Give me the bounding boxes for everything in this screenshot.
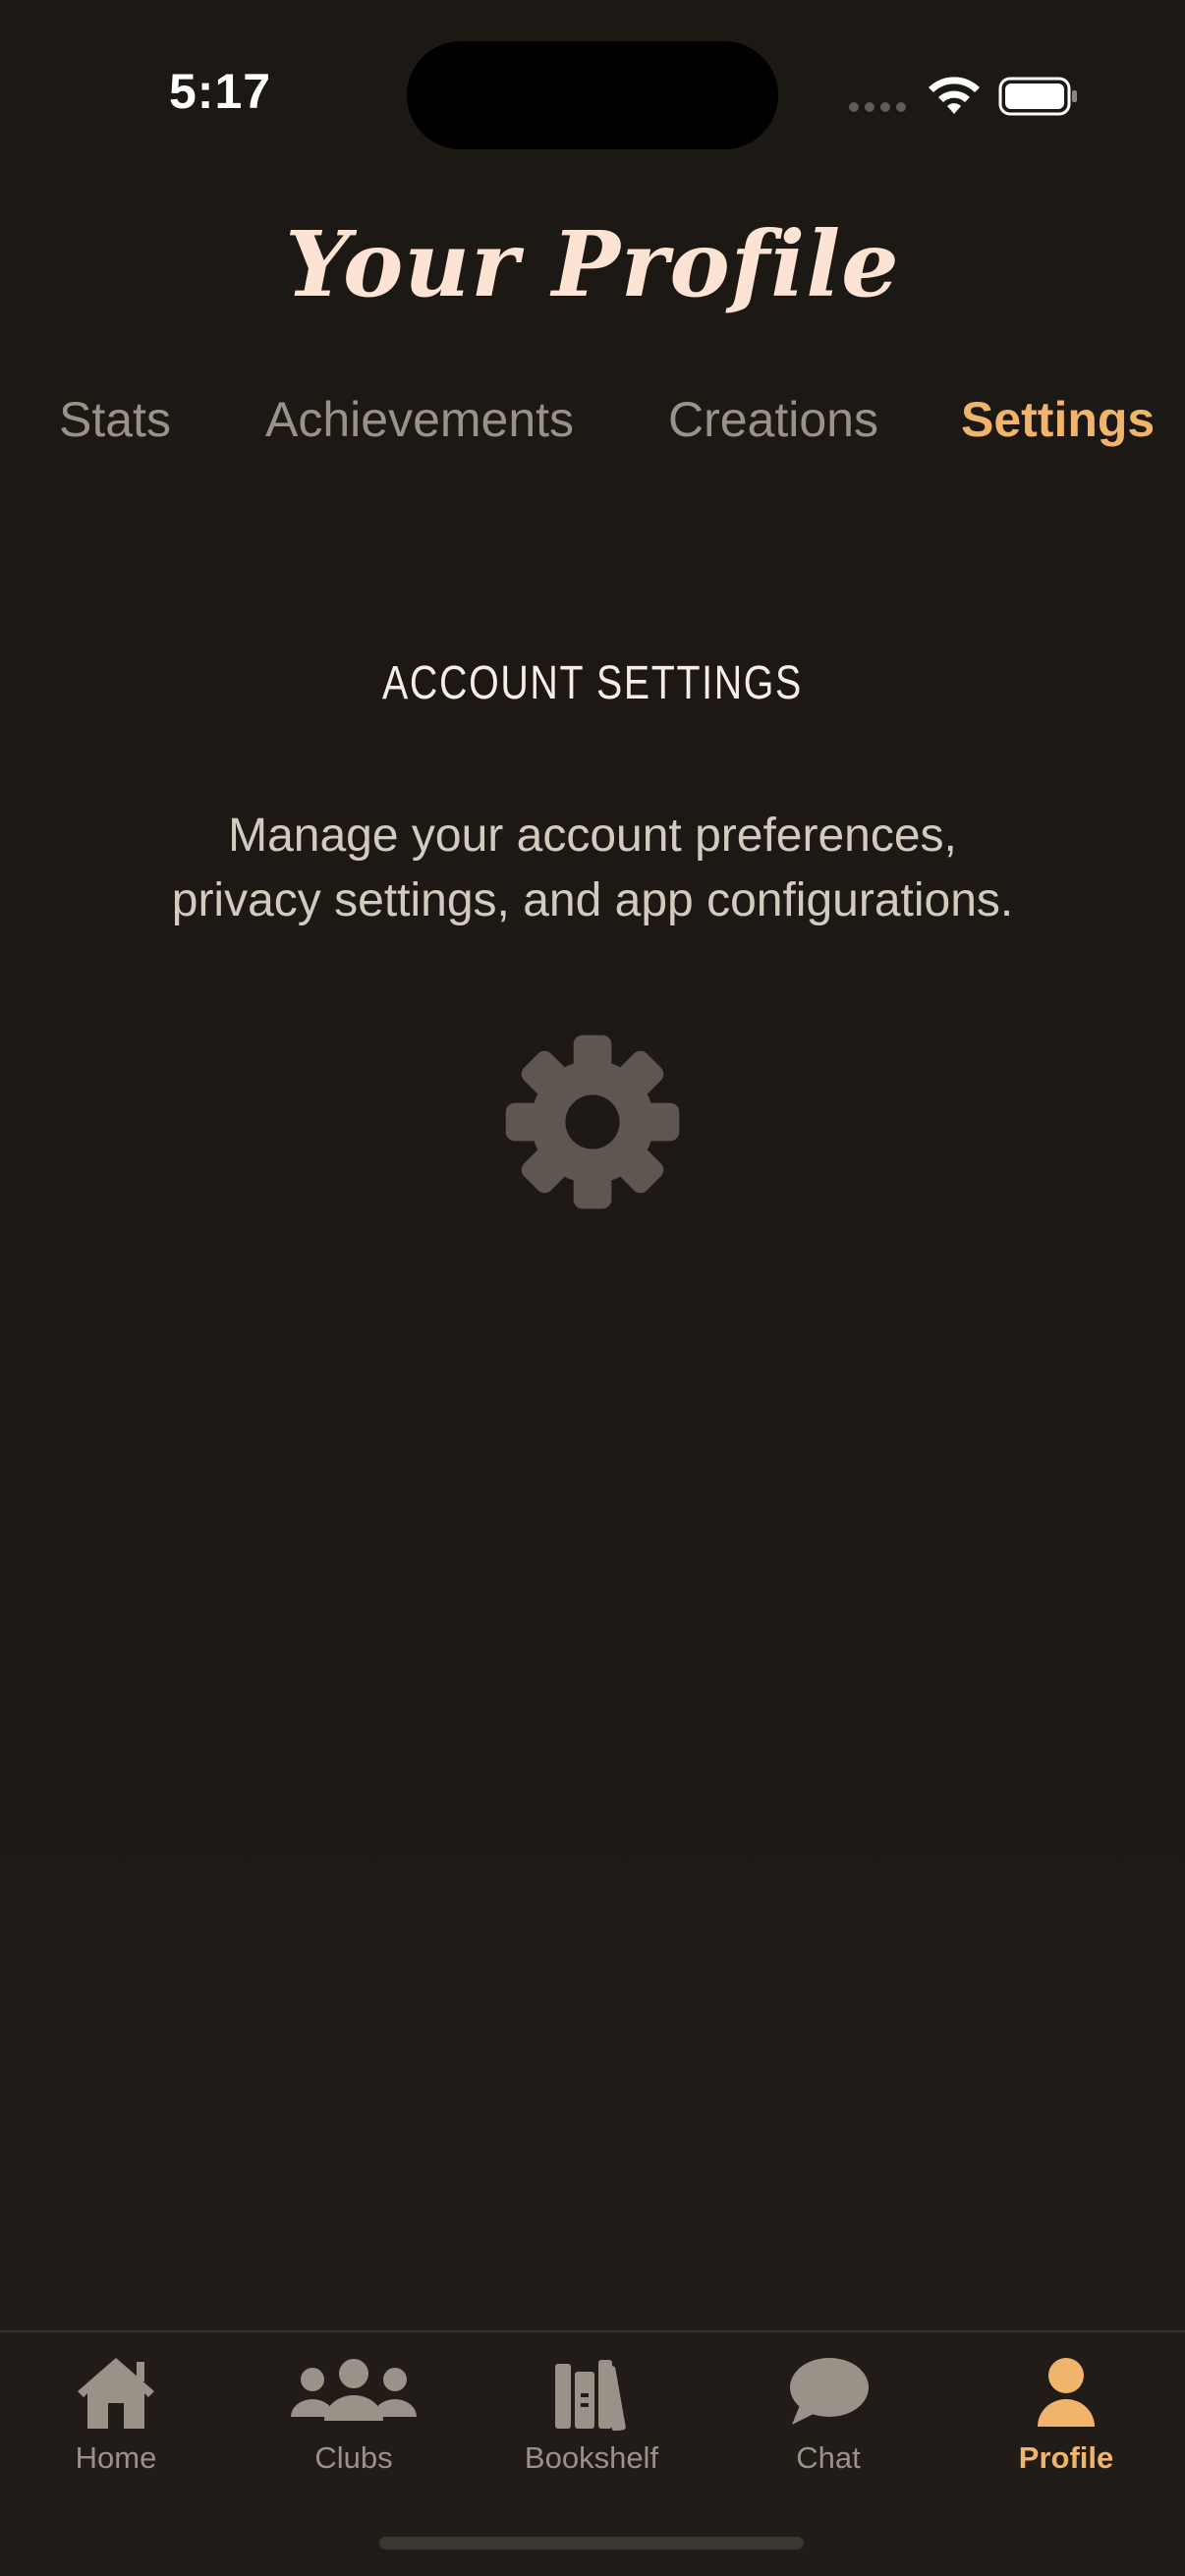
description-line-2: privacy settings, and app configurations… bbox=[171, 874, 1014, 926]
clubs-icon bbox=[291, 2359, 417, 2421]
section-description: Manage your account preferences, privacy… bbox=[101, 804, 1084, 933]
bookshelf-icon bbox=[555, 2360, 626, 2431]
tabbar-label-profile: Profile bbox=[1018, 2440, 1114, 2475]
tabbar-item-chat[interactable]: Chat bbox=[730, 2332, 927, 2490]
tabbar-item-home[interactable]: Home bbox=[18, 2332, 214, 2490]
profile-screen: 5:17 Your Profile Stats Achievements Cre… bbox=[0, 0, 1185, 2576]
wifi-icon bbox=[929, 77, 980, 114]
tabbar-label-bookshelf: Bookshelf bbox=[524, 2440, 659, 2475]
dynamic-island bbox=[407, 41, 778, 149]
tabbar-item-bookshelf[interactable]: Bookshelf bbox=[493, 2332, 690, 2490]
tabbar-item-profile[interactable]: Profile bbox=[968, 2332, 1164, 2490]
tabbar-item-clubs[interactable]: Clubs bbox=[255, 2332, 452, 2490]
tabbar-label-chat: Chat bbox=[796, 2440, 861, 2475]
gear-icon bbox=[505, 1035, 680, 1209]
tab-settings[interactable]: Settings bbox=[961, 391, 1155, 448]
tab-creations[interactable]: Creations bbox=[668, 391, 878, 448]
tabbar-label-home: Home bbox=[75, 2440, 157, 2475]
profile-tabs: Stats Achievements Creations Settings bbox=[0, 391, 1185, 460]
tab-achievements[interactable]: Achievements bbox=[265, 391, 574, 448]
home-indicator[interactable] bbox=[379, 2537, 804, 2549]
tabbar-label-clubs: Clubs bbox=[314, 2440, 393, 2475]
section-title: ACCOUNT SETTINGS bbox=[382, 657, 803, 709]
status-time: 5:17 bbox=[169, 64, 272, 119]
battery-icon bbox=[998, 77, 1077, 116]
chat-bubble-icon bbox=[790, 2358, 869, 2425]
home-icon bbox=[78, 2358, 154, 2429]
signal-dots-icon bbox=[849, 102, 906, 112]
description-line-1: Manage your account preferences, bbox=[228, 810, 957, 862]
tab-stats[interactable]: Stats bbox=[59, 391, 171, 448]
page-title: Your Profile bbox=[285, 211, 900, 317]
person-icon bbox=[1038, 2358, 1095, 2427]
